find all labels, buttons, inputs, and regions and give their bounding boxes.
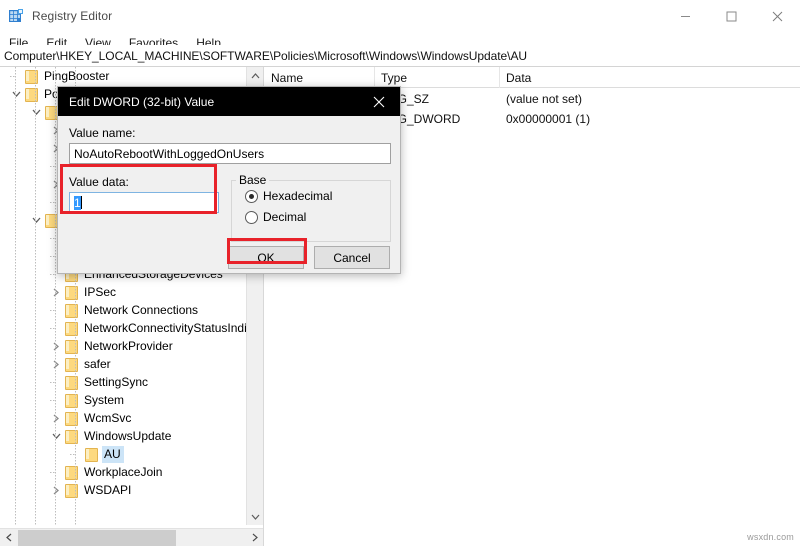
tree-item-system[interactable]: System: [0, 391, 247, 409]
edit-dword-dialog: Edit DWORD (32-bit) Value Value name: No…: [57, 86, 401, 274]
radio-hexadecimal-indicator: [245, 190, 258, 203]
tree-item-label: IPSec: [82, 284, 119, 301]
chevron-right-icon[interactable]: [48, 337, 64, 355]
chevron-down-icon[interactable]: [28, 103, 44, 121]
chevron-left-icon[interactable]: [0, 529, 18, 546]
tree-item-label: System: [82, 392, 127, 409]
tree-indent-stub: [50, 238, 56, 239]
tree-indent-guide: [55, 67, 56, 525]
ok-button[interactable]: OK: [228, 246, 304, 269]
tree-indent-stub: [50, 274, 56, 275]
tree-item-label: WcmSvc: [82, 410, 134, 427]
chevron-right-icon[interactable]: [48, 283, 64, 301]
window-title: Registry Editor: [32, 9, 112, 23]
dialog-title-bar: Edit DWORD (32-bit) Value: [58, 87, 400, 116]
registry-editor-window: Registry Editor File Edit View Favorites…: [0, 0, 800, 546]
tree-indent-stub: [50, 310, 56, 311]
tree-item-label: WindowsUpdate: [82, 428, 174, 445]
value-name-input[interactable]: NoAutoRebootWithLoggedOnUsers: [69, 143, 391, 164]
chevron-right-icon[interactable]: [48, 481, 64, 499]
registry-icon: [8, 8, 24, 24]
text-caret: [81, 196, 82, 209]
tree-item-wcmsvc[interactable]: WcmSvc: [0, 409, 247, 427]
radio-decimal-label: Decimal: [263, 210, 306, 224]
column-header-name[interactable]: Name: [265, 67, 375, 88]
tree-item-pingbooster[interactable]: PingBooster: [0, 67, 247, 85]
cell-data: 0x00000001 (1): [500, 109, 800, 129]
value-data-text: 1: [74, 196, 81, 210]
tree-indent-guide: [35, 67, 36, 525]
value-name-label: Value name:: [69, 126, 136, 140]
tree-item-au[interactable]: AU: [0, 445, 247, 463]
chevron-right-icon[interactable]: [246, 529, 264, 546]
cancel-button[interactable]: Cancel: [314, 246, 390, 269]
chevron-right-icon[interactable]: [48, 355, 64, 373]
tree-indent-stub: [50, 256, 56, 257]
tree-indent-stub: [50, 202, 56, 203]
radio-hexadecimal-label: Hexadecimal: [263, 189, 332, 203]
value-data-label: Value data:: [69, 175, 129, 189]
tree-indent-stub: [50, 400, 56, 401]
tree-indent-stub: [10, 76, 16, 77]
value-data-input[interactable]: 1: [69, 192, 219, 213]
column-header-type[interactable]: Type: [375, 67, 500, 88]
dialog-title: Edit DWORD (32-bit) Value: [58, 95, 214, 109]
address-bar[interactable]: Computer\HKEY_LOCAL_MACHINE\SOFTWARE\Pol…: [0, 45, 800, 67]
radio-decimal-indicator: [245, 211, 258, 224]
column-header-data[interactable]: Data: [500, 67, 800, 88]
tree-item-label: NetworkProvider: [82, 338, 176, 355]
window-controls: [662, 0, 800, 32]
tree-item-wsdapi[interactable]: WSDAPI: [0, 481, 247, 499]
dialog-body: Value name: NoAutoRebootWithLoggedOnUser…: [58, 116, 400, 273]
tree-item-label: WSDAPI: [82, 482, 134, 499]
tree-horizontal-scrollbar[interactable]: [0, 528, 264, 546]
tree-indent-stub: [70, 454, 76, 455]
chevron-down-icon[interactable]: [247, 508, 264, 525]
cell-data: (value not set): [500, 89, 800, 109]
tree-item-label: safer: [82, 356, 114, 373]
registry-path: Computer\HKEY_LOCAL_MACHINE\SOFTWARE\Pol…: [0, 49, 527, 63]
tree-item-label: WorkplaceJoin: [82, 464, 165, 481]
tree-item-workplacejoin[interactable]: WorkplaceJoin: [0, 463, 247, 481]
dialog-close-icon[interactable]: [358, 87, 400, 116]
tree-item-safer[interactable]: safer: [0, 355, 247, 373]
watermark: wsxdn.com: [747, 532, 794, 542]
chevron-up-icon[interactable]: [247, 67, 264, 84]
maximize-button[interactable]: [708, 0, 754, 32]
tree-indent-guide: [15, 67, 16, 525]
tree-item-label: PingBooster: [42, 68, 112, 85]
chevron-down-icon[interactable]: [28, 211, 44, 229]
list-column-headers: Name Type Data: [265, 67, 800, 88]
chevron-down-icon[interactable]: [8, 85, 24, 103]
chevron-down-icon[interactable]: [48, 427, 64, 445]
folder-icon: [84, 448, 98, 461]
title-bar: Registry Editor: [0, 0, 800, 32]
tree-item-settingsync[interactable]: SettingSync: [0, 373, 247, 391]
radio-decimal[interactable]: Decimal: [245, 210, 306, 224]
tree-indent-stub: [50, 166, 56, 167]
tree-item-ipsec[interactable]: IPSec: [0, 283, 247, 301]
tree-item-label: NetworkConnectivityStatusIndi: [82, 320, 250, 337]
tree-indent-stub: [50, 472, 56, 473]
minimize-button[interactable]: [662, 0, 708, 32]
tree-item-label: AU: [102, 446, 124, 463]
tree-indent-stub: [50, 382, 56, 383]
hscroll-track[interactable]: [18, 529, 246, 546]
radio-hexadecimal[interactable]: Hexadecimal: [245, 189, 332, 203]
base-legend: Base: [236, 173, 269, 187]
hscroll-thumb[interactable]: [18, 530, 176, 546]
close-button[interactable]: [754, 0, 800, 32]
tree-item-label: SettingSync: [82, 374, 151, 391]
chevron-right-icon[interactable]: [48, 409, 64, 427]
tree-item-label: Network Connections: [82, 302, 201, 319]
tree-indent-stub: [50, 328, 56, 329]
tree-item-networkconnectivitystatusindi[interactable]: NetworkConnectivityStatusIndi: [0, 319, 247, 337]
value-name-text: NoAutoRebootWithLoggedOnUsers: [74, 147, 264, 161]
tree-item-windowsupdate[interactable]: WindowsUpdate: [0, 427, 247, 445]
tree-item-network-connections[interactable]: Network Connections: [0, 301, 247, 319]
tree-item-networkprovider[interactable]: NetworkProvider: [0, 337, 247, 355]
